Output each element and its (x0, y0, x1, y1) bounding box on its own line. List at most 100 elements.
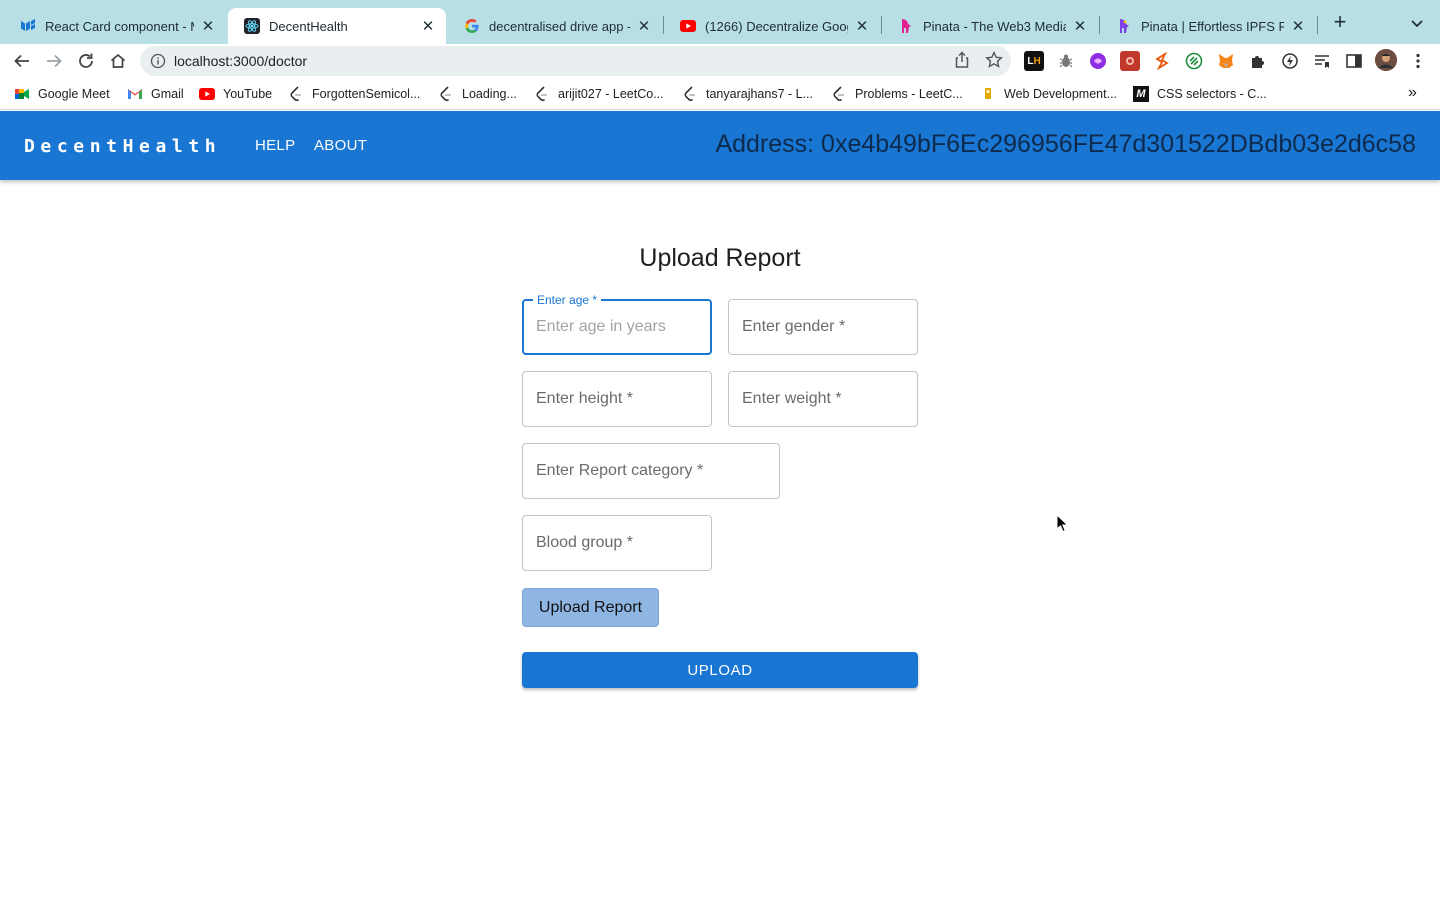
bookmark-loading[interactable]: Loading... (438, 85, 517, 103)
address-bar[interactable]: localhost:3000/doctor (140, 46, 1011, 76)
bookmark-label: Web Development... (1004, 87, 1118, 101)
brand-logo[interactable]: DecentHealth (24, 136, 221, 157)
css-selectors-icon: M (1133, 86, 1149, 102)
tab-close-icon[interactable]: ✕ (1072, 18, 1088, 35)
pinata-icon (898, 18, 914, 34)
bookmarks-overflow-button[interactable]: » (1408, 84, 1417, 102)
nav-help-link[interactable]: HELP (255, 137, 295, 154)
wallet-address: Address: 0xe4b49bF6Ec296956FE47d301522DB… (715, 130, 1416, 158)
pinata-icon (1116, 18, 1132, 34)
tab-title: decentralised drive app - G (489, 18, 630, 34)
bookmark-arijit027[interactable]: arijit027 - LeetCo... (534, 85, 664, 103)
home-icon[interactable] (106, 49, 130, 73)
height-field[interactable]: Enter height * (522, 371, 712, 427)
height-input[interactable] (536, 372, 698, 426)
tab-close-icon[interactable]: ✕ (854, 18, 870, 35)
performance-icon[interactable] (1280, 51, 1300, 71)
extension-green-icon[interactable] (1184, 51, 1204, 71)
tab-separator (1317, 16, 1318, 34)
gender-field[interactable]: Enter gender * (728, 299, 918, 355)
extension-lh-icon[interactable]: LH (1024, 51, 1044, 71)
gender-input[interactable] (742, 300, 904, 354)
tab-title: Pinata | Effortless IPFS File (1141, 18, 1284, 34)
blood-group-input[interactable] (536, 516, 698, 570)
tab-close-icon[interactable]: ✕ (1290, 18, 1306, 35)
leetcode-icon (534, 86, 550, 102)
youtube-icon (680, 18, 696, 34)
leetcode-icon (831, 86, 847, 102)
bookmark-web-development[interactable]: Web Development... (980, 85, 1117, 103)
browser-tab-pinata-ipfs[interactable]: Pinata | Effortless IPFS File ✕ (1100, 8, 1316, 44)
tab-search-icon[interactable] (1406, 12, 1428, 34)
profile-avatar[interactable] (1375, 49, 1397, 71)
weight-field[interactable]: Enter weight * (728, 371, 918, 427)
google-g-icon (464, 18, 480, 34)
choose-report-file-button[interactable]: Upload Report (522, 588, 659, 627)
browser-tab-google-search[interactable]: decentralised drive app - G ✕ (448, 8, 662, 44)
forward-arrow-icon[interactable] (42, 49, 66, 73)
leetcode-icon (288, 86, 304, 102)
browser-tab-youtube[interactable]: (1266) Decentralize Google ✕ (664, 8, 880, 44)
reload-icon[interactable] (74, 49, 98, 73)
browser-tab-decenthealth[interactable]: DecentHealth ✕ (228, 8, 446, 44)
bookmark-gmail[interactable]: Gmail (127, 85, 184, 103)
web-dev-icon (980, 86, 996, 102)
tab-close-icon[interactable]: ✕ (636, 18, 652, 35)
report-category-input[interactable] (536, 444, 766, 498)
extension-orange-icon[interactable] (1152, 51, 1172, 71)
site-info-icon[interactable] (150, 53, 166, 69)
tab-close-icon[interactable]: ✕ (200, 18, 216, 35)
weight-input[interactable] (742, 372, 904, 426)
browser-toolbar: localhost:3000/doctor LH (0, 44, 1440, 78)
bookmark-label: CSS selectors - C... (1157, 87, 1267, 101)
age-field[interactable]: Enter age * (522, 293, 712, 355)
bookmark-label: Problems - LeetC... (855, 87, 963, 101)
tab-title: DecentHealth (269, 18, 348, 34)
upload-submit-button[interactable]: UPLOAD (522, 652, 918, 688)
bookmark-youtube[interactable]: YouTube (199, 85, 272, 103)
leetcode-icon (438, 86, 454, 102)
bookmark-label: Loading... (462, 87, 517, 101)
tab-close-icon[interactable]: ✕ (420, 18, 436, 35)
nav-about-link[interactable]: ABOUT (314, 137, 367, 154)
new-tab-button[interactable]: + (1327, 10, 1353, 36)
report-category-field[interactable]: Enter Report category * (522, 443, 780, 499)
app-header: DecentHealth HELP ABOUT Address: 0xe4b49… (0, 111, 1440, 180)
tab-title: Pinata - The Web3 Media P (923, 18, 1066, 34)
tab-separator (1099, 16, 1100, 34)
age-input[interactable] (536, 300, 696, 354)
bookmark-problems-leetcode[interactable]: Problems - LeetC... (831, 85, 963, 103)
extension-bug-icon[interactable] (1056, 51, 1076, 71)
bookmark-forgottensemicolon[interactable]: ForgottenSemicol... (288, 85, 420, 103)
page-title: Upload Report (639, 244, 801, 272)
browser-tab-react-card[interactable]: React Card component - M ✕ (4, 8, 226, 44)
side-panel-icon[interactable] (1344, 51, 1364, 71)
tab-separator (881, 16, 882, 34)
mui-logo-icon (20, 18, 36, 34)
bookmark-google-meet[interactable]: Google Meet (14, 85, 110, 103)
blood-group-field[interactable]: Blood group * (522, 515, 712, 571)
tab-separator (663, 16, 664, 34)
bookmark-label: Gmail (151, 87, 184, 101)
google-meet-icon (14, 86, 30, 102)
metamask-fox-icon[interactable] (1216, 51, 1236, 71)
bookmarks-bar: Google Meet Gmail YouTube ForgottenSemic… (0, 78, 1440, 110)
browser-tab-strip: React Card component - M ✕ DecentHealth … (0, 0, 1440, 44)
bookmark-star-icon[interactable] (984, 50, 1004, 70)
chrome-menu-icon[interactable] (1408, 51, 1428, 71)
youtube-icon (199, 86, 215, 102)
extension-purple-icon[interactable] (1088, 51, 1108, 71)
leetcode-icon (682, 86, 698, 102)
bookmark-css-selectors[interactable]: M CSS selectors - C... (1133, 85, 1267, 103)
extensions-puzzle-icon[interactable] (1248, 51, 1268, 71)
share-icon[interactable] (952, 50, 972, 70)
extension-red-icon[interactable] (1120, 51, 1140, 71)
reading-list-icon[interactable] (1312, 51, 1332, 71)
tab-title: (1266) Decentralize Google (705, 18, 848, 34)
react-logo-icon (244, 18, 260, 34)
browser-tab-pinata-media[interactable]: Pinata - The Web3 Media P ✕ (882, 8, 1098, 44)
back-arrow-icon[interactable] (10, 49, 34, 73)
mouse-cursor-icon (1056, 513, 1070, 534)
bookmark-tanyarajhans7[interactable]: tanyarajhans7 - L... (682, 85, 813, 103)
bookmark-label: YouTube (223, 87, 273, 101)
